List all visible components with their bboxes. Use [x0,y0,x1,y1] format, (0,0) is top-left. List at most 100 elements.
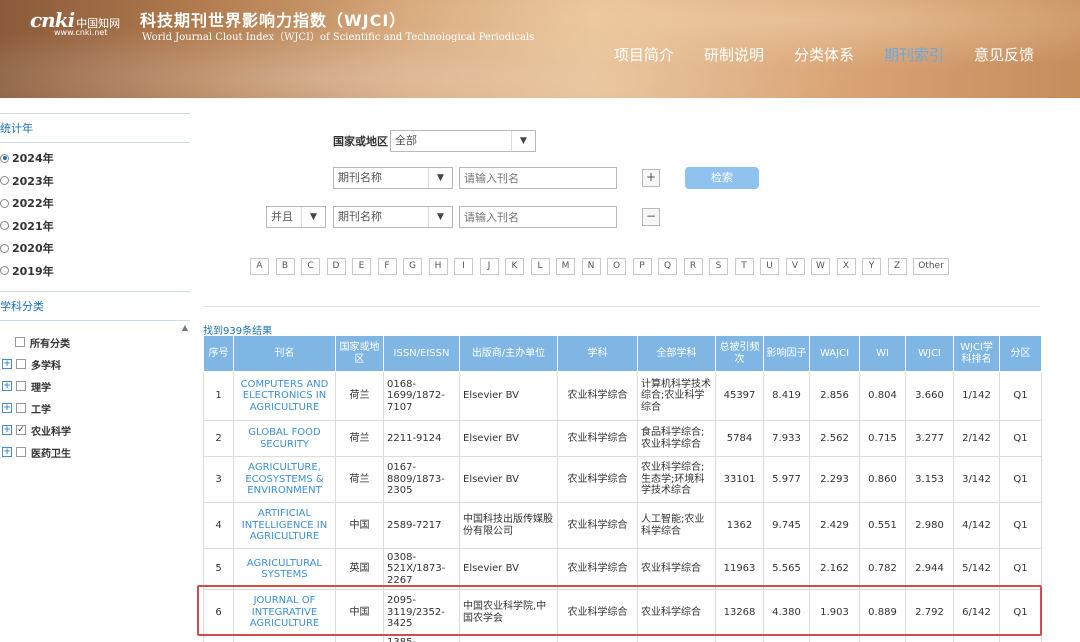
letter-y[interactable]: Y [862,258,881,275]
letter-e[interactable]: E [352,258,371,275]
remove-row-button[interactable]: − [642,208,660,226]
letter-r[interactable]: R [683,258,703,275]
subject-engineering[interactable]: + 工学 [0,397,190,419]
checkbox-checked-icon[interactable]: ✓ [16,425,26,435]
search-button[interactable]: 检索 [685,167,759,189]
table-row[interactable]: 5 AGRICULTURAL SYSTEMS 英国 0308-521X/1873-22… [203,548,1042,590]
nav-item-method[interactable]: 研制说明 [704,44,764,65]
letter-a[interactable]: A [250,258,269,275]
radio-icon[interactable] [0,266,9,276]
checkbox-icon[interactable] [16,447,26,457]
letter-other[interactable]: Other [913,258,949,275]
journal-title-link[interactable]: COMPUTERS AND ELECTRONICS IN AGRICULTURE [233,371,336,421]
table-cell: 5.565 [763,548,810,590]
main-nav: 项目简介 研制说明 分类体系 期刊索引 意见反馈 [614,44,1034,65]
expand-plus-icon[interactable]: + [2,403,12,413]
logic-select[interactable]: 并且 ▼ [266,206,326,228]
radio-checked-icon[interactable] [0,153,9,163]
journal-title-link[interactable]: AGRICULTURE, ECOSYSTEMS & ENVIRONMENT [233,456,336,503]
letter-k[interactable]: K [505,258,524,275]
table-cell: 2.562 [809,420,860,457]
field-select-2[interactable]: 期刊名称 ▼ [333,206,453,228]
table-row[interactable]: 2 GLOBAL FOOD SECURITY 荷兰 2211-9124 Elsevier… [203,420,1042,457]
nav-item-intro[interactable]: 项目简介 [614,44,674,65]
table-row[interactable]: 6 JOURNAL OF INTEGRATIVE AGRICULTURE 中国 209… [203,589,1042,636]
subject-agriculture[interactable]: + ✓ 农业科学 [0,419,190,441]
letter-c[interactable]: C [301,258,320,275]
letter-l[interactable]: L [530,258,550,275]
journal-title-link[interactable]: AGRICULTURAL SYSTEMS [233,548,336,590]
radio-icon[interactable] [0,176,9,186]
checkbox-icon[interactable] [15,337,25,347]
letter-n[interactable]: N [581,258,601,275]
nav-item-journal-index[interactable]: 期刊索引 [884,44,944,65]
letter-j[interactable]: J [479,258,499,275]
letter-o[interactable]: O [607,258,626,275]
letter-b[interactable]: B [275,258,295,275]
expand-plus-icon[interactable]: + [2,359,12,369]
journal-name-input-2[interactable] [459,206,617,228]
letter-g[interactable]: G [403,258,422,275]
journal-title-link[interactable]: ARTIFICIAL INTELLIGENCE IN AGRICULTURE [233,502,336,549]
checkbox-icon[interactable] [16,359,26,369]
letter-d[interactable]: D [326,258,346,275]
letter-h[interactable]: H [428,258,448,275]
column-header: 国家或地区 [335,335,384,372]
table-cell: 1/142 [953,371,1000,421]
letter-w[interactable]: W [811,258,830,275]
letter-s[interactable]: S [709,258,728,275]
letter-m[interactable]: M [556,258,575,275]
year-option-2022[interactable]: 2022年 [0,192,190,215]
field-select-1[interactable]: 期刊名称 ▼ [333,167,453,189]
table-cell: 13268 [715,589,764,636]
year-option-2019[interactable]: 2019年 [0,260,190,283]
letter-i[interactable]: I [454,258,473,275]
journal-title-link[interactable]: JOURNAL OF INTEGRATIVE AGRICULTURE [233,589,336,636]
nav-item-classification[interactable]: 分类体系 [794,44,854,65]
subject-all[interactable]: 所有分类 [0,331,190,353]
scroll-up-arrow-icon[interactable]: ▲ [182,323,188,332]
year-option-2020[interactable]: 2020年 [0,237,190,260]
table-cell: 2.792 [905,589,954,636]
checkbox-icon[interactable] [16,403,26,413]
subject-medicine[interactable]: + 医药卫生 [0,441,190,463]
letter-u[interactable]: U [760,258,779,275]
add-row-button[interactable]: + [642,169,660,187]
year-option-2023[interactable]: 2023年 [0,170,190,193]
dropdown-arrow-icon[interactable]: ▼ [301,207,325,227]
table-cell: 农业科学综合 [557,548,638,590]
radio-icon[interactable] [0,243,9,253]
year-option-2024[interactable]: 2024年 [0,147,190,170]
checkbox-icon[interactable] [16,381,26,391]
expand-plus-icon[interactable]: + [2,447,12,457]
expand-plus-icon[interactable]: + [2,425,12,435]
letter-x[interactable]: X [836,258,856,275]
nav-item-feedback[interactable]: 意见反馈 [974,44,1034,65]
letter-z[interactable]: Z [887,258,907,275]
letter-t[interactable]: T [734,258,754,275]
subject-label: 理学 [31,382,51,394]
subject-science[interactable]: + 理学 [0,375,190,397]
journal-title-link[interactable]: GLOBAL FOOD SECURITY [233,420,336,457]
subject-multidisciplinary[interactable]: + 多学科 [0,353,190,375]
expand-plus-icon[interactable]: + [2,381,12,391]
table-row[interactable]: 3 AGRICULTURE, ECOSYSTEMS & ENVIRONMENT 荷兰… [203,456,1042,503]
letter-f[interactable]: F [377,258,397,275]
results-table: 序号 刊名 国家或地区 ISSN/EISSN 出版商/主办单位 学科 全部学科 总被引频次 影响… [203,335,1042,642]
letter-q[interactable]: Q [658,258,677,275]
dropdown-arrow-icon[interactable]: ▼ [428,207,452,227]
table-row[interactable]: 4 ARTIFICIAL INTELLIGENCE IN AGRICULTURE 中… [203,502,1042,549]
table-row[interactable]: 1 COMPUTERS AND ELECTRONICS IN AGRICULTUR… [203,371,1042,421]
country-select[interactable]: 全部 ▼ [390,130,536,152]
dropdown-arrow-icon[interactable]: ▼ [511,131,535,151]
letter-p[interactable]: P [632,258,652,275]
letter-v[interactable]: V [785,258,805,275]
year-option-2021[interactable]: 2021年 [0,215,190,238]
radio-icon[interactable] [0,198,9,208]
table-row[interactable]: 1385- [203,635,1042,642]
dropdown-arrow-icon[interactable]: ▼ [428,168,452,188]
table-cell [459,635,558,642]
journal-title-link[interactable] [233,635,336,642]
journal-name-input-1[interactable] [459,167,617,189]
radio-icon[interactable] [0,221,9,231]
